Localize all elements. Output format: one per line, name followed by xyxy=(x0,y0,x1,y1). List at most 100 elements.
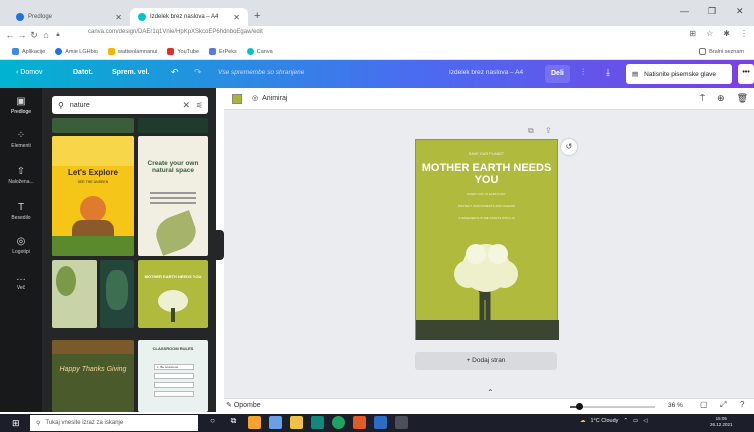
rail-item-logos[interactable]: ◎ Logotipi xyxy=(0,236,42,255)
notes-button[interactable]: ✎ Opombe xyxy=(226,401,261,409)
bookmark-item[interactable]: ErPeks xyxy=(209,48,237,55)
editor-toolbar: ◎ Animiraj ⍑ ⊕ 🗑︎ xyxy=(224,88,754,110)
download-icon[interactable]: ⤓ xyxy=(606,67,610,78)
app-icon[interactable] xyxy=(311,416,324,429)
tab-predloge[interactable]: Predloge ✕ xyxy=(8,8,130,26)
home-icon[interactable]: ⌂ xyxy=(40,30,52,40)
windows-taskbar: ⊞ ⚲ Tukaj vnesite izraz za iskanje ○ ⧉ ☁… xyxy=(0,414,754,432)
app-icon[interactable] xyxy=(269,416,282,429)
translate-icon[interactable]: ⊞ xyxy=(689,29,696,38)
search-box[interactable]: ⚲ nature ✕ ⚟ xyxy=(52,96,208,114)
back-icon[interactable]: ← xyxy=(4,30,16,40)
tab-design[interactable]: Izdelek brez naslova – A4 ✕ xyxy=(130,8,248,26)
template-thumbnail-mother-earth[interactable]: MOTHER EARTH NEEDS YOU xyxy=(138,260,208,328)
template-thumbnail-classroom[interactable]: CLASSROOM RULES 1. Be courteous xyxy=(138,340,208,412)
zoom-level[interactable]: 36 % xyxy=(668,402,683,409)
file-explorer-icon[interactable] xyxy=(290,416,303,429)
share-button[interactable]: Deli xyxy=(545,65,570,83)
tab-close-icon[interactable]: ✕ xyxy=(233,13,240,22)
clear-search-icon[interactable]: ✕ xyxy=(182,100,190,111)
template-thumbnail[interactable] xyxy=(100,260,134,328)
windows-start-icon[interactable]: ⊞ xyxy=(12,418,20,429)
tab-close-icon[interactable]: ✕ xyxy=(115,13,122,22)
forward-icon[interactable]: → xyxy=(16,30,28,40)
template-thumbnail[interactable] xyxy=(138,118,208,133)
volume-icon[interactable]: ◁ xyxy=(643,418,647,424)
bookmark-apps[interactable]: Aplikacije xyxy=(12,48,45,55)
document-title[interactable]: Izdelek brez naslova – A4 xyxy=(449,69,523,76)
system-tray: ☁ 1°C Cloudy ⌃ ▭ ◁ xyxy=(580,418,647,424)
animate-button[interactable]: ◎ Animiraj xyxy=(252,94,287,103)
insights-icon[interactable]: ⫶ xyxy=(582,67,584,78)
templates-panel: ⚲ nature ✕ ⚟ Let's Explore SEE THE UNSEE… xyxy=(42,88,216,412)
maximize-icon[interactable]: ❐ xyxy=(708,6,716,17)
bookmark-item[interactable]: Amie LGHbio xyxy=(55,48,98,55)
rail-item-more[interactable]: … Več xyxy=(0,272,42,291)
chrome-icon[interactable] xyxy=(332,416,345,429)
file-menu[interactable]: Datot. xyxy=(73,69,93,76)
template-thumbnail-natural-space[interactable]: Create your own natural space xyxy=(138,136,208,256)
close-window-icon[interactable]: ✕ xyxy=(736,6,744,17)
duplicate-page-icon[interactable]: ⧉ xyxy=(528,126,534,136)
rail-item-uploads[interactable]: ⇧ Naložena... xyxy=(0,166,42,185)
extensions-icon[interactable]: ✱ xyxy=(723,29,730,38)
design-top-text: SAVE OUR PLANET xyxy=(468,152,505,156)
app-icon[interactable] xyxy=(248,416,261,429)
background-color-swatch[interactable] xyxy=(232,94,242,104)
word-icon[interactable] xyxy=(374,416,387,429)
task-view-icon[interactable]: ⧉ xyxy=(227,416,240,429)
page-count-icon[interactable]: ▢ xyxy=(700,400,708,409)
home-button[interactable]: ‹ Domov xyxy=(16,69,42,76)
rail-item-templates[interactable]: ▣ Predloge xyxy=(0,96,42,115)
bookmark-youtube[interactable]: YouTube xyxy=(167,48,199,55)
star-icon[interactable]: ☆ xyxy=(706,29,713,38)
collapse-panel-handle[interactable] xyxy=(216,230,224,260)
fullscreen-icon[interactable]: ⤢ xyxy=(720,400,726,410)
rail-item-elements[interactable]: ⁘ Elementi xyxy=(0,130,42,149)
app-icon[interactable] xyxy=(353,416,366,429)
print-button[interactable]: ▤ Natisnite pisemske glave xyxy=(626,64,732,84)
app-icon[interactable] xyxy=(395,416,408,429)
zoom-slider[interactable] xyxy=(570,403,655,410)
chevron-up-icon[interactable]: ⌃ xyxy=(623,418,628,424)
editor-footer: ✎ Opombe 36 % ▢ ⤢ ? xyxy=(224,398,754,412)
bookmark-item[interactable]: wattwolamnanui xyxy=(107,48,157,55)
format-painter-icon[interactable]: ⍑ xyxy=(700,93,705,104)
undo-icon[interactable]: ↶ xyxy=(171,67,179,78)
rail-item-text[interactable]: T Besedilo xyxy=(0,202,42,221)
search-input[interactable]: nature xyxy=(70,102,90,109)
template-thumbnail-lets-explore[interactable]: Let's Explore SEE THE UNSEEN xyxy=(52,136,134,256)
comment-icon[interactable]: ↺ xyxy=(561,139,577,155)
template-thumbnail-thanksgiving[interactable]: Happy Thanks Giving xyxy=(52,340,134,412)
reload-icon[interactable]: ↻ xyxy=(28,30,40,41)
new-tab-icon[interactable]: + xyxy=(254,10,260,22)
canva-favicon-icon xyxy=(138,13,146,21)
taskbar-search[interactable]: ⚲ Tukaj vnesite izraz za iskanje xyxy=(30,415,198,431)
zoom-slider-handle[interactable] xyxy=(575,403,583,410)
add-page-button[interactable]: + Dodaj stran xyxy=(415,352,557,370)
thumbnail-subtitle: SEE THE UNSEEN xyxy=(77,180,109,184)
help-icon[interactable]: ? xyxy=(740,400,744,409)
template-thumbnail[interactable] xyxy=(52,118,134,133)
minimize-icon[interactable]: — xyxy=(680,6,689,16)
design-canvas[interactable]: SAVE OUR PLANET MOTHER EARTH NEEDS YOU E… xyxy=(415,139,559,340)
template-thumbnail[interactable] xyxy=(52,260,97,328)
chevron-up-icon[interactable]: ⌃ xyxy=(487,388,494,397)
lock-icon[interactable]: ⊕ xyxy=(717,93,725,104)
thumbnail-title: Let's Explore xyxy=(68,168,118,177)
resize-menu[interactable]: Sprem. vel. xyxy=(112,69,149,76)
redo-icon[interactable]: ↷ xyxy=(194,67,202,78)
menu-icon[interactable]: ⋮ xyxy=(740,29,748,38)
reading-list[interactable]: Bralni seznam xyxy=(699,48,744,55)
network-icon[interactable]: ▭ xyxy=(633,418,638,424)
filter-icon[interactable]: ⚟ xyxy=(196,101,203,110)
more-button[interactable]: ••• xyxy=(738,64,754,84)
add-page-icon[interactable]: ⇪ xyxy=(545,126,552,135)
clock[interactable]: 15:05 26.12.2021 xyxy=(710,416,733,428)
bookmark-canva[interactable]: Canva xyxy=(246,48,273,55)
url-field[interactable]: canva.com/design/DAEr1q1Vnie/HpKpXSkcoEP… xyxy=(88,29,263,35)
design-text-line: A GREENER FUTURE STARTS WITH US xyxy=(458,216,515,220)
cortana-icon[interactable]: ○ xyxy=(206,416,219,429)
weather-text[interactable]: 1°C Cloudy xyxy=(591,418,619,424)
trash-icon[interactable]: 🗑︎ xyxy=(737,93,748,104)
